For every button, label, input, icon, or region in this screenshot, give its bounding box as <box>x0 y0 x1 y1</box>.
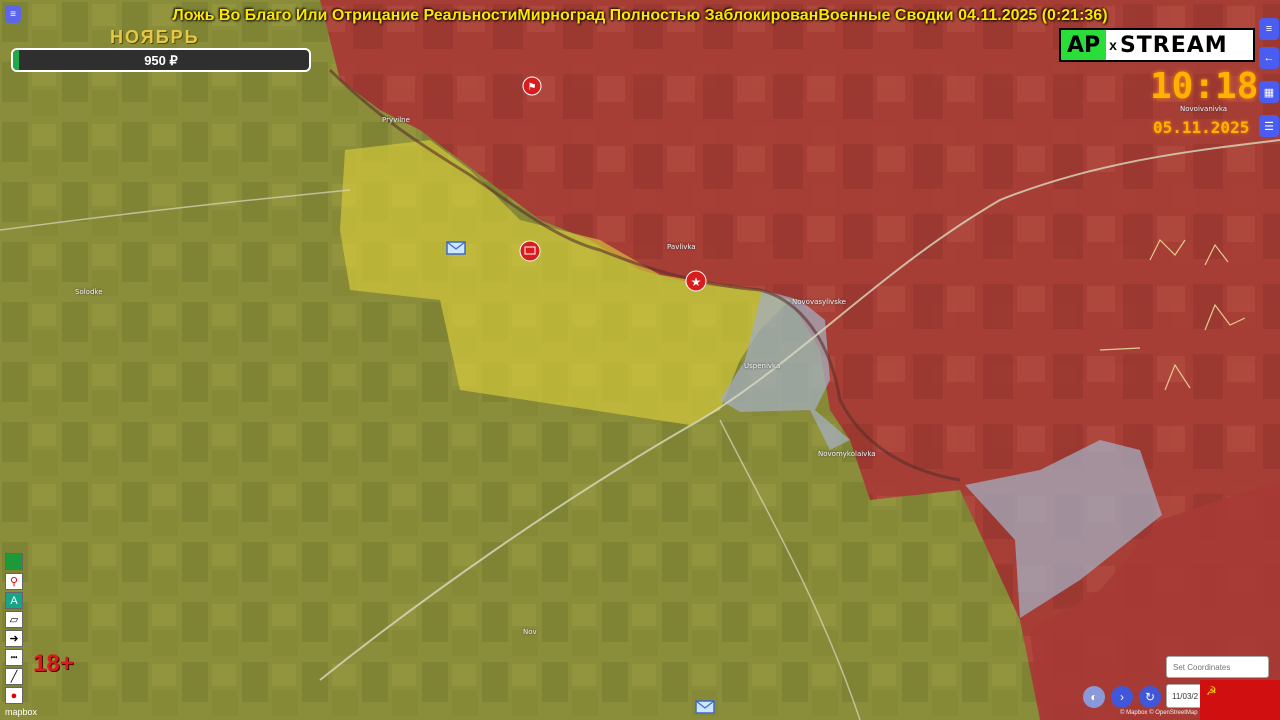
list-icon[interactable]: ☰ <box>1259 115 1279 137</box>
back-arrow-icon[interactable]: ← <box>1259 47 1279 69</box>
month-label: НОЯБРЬ <box>110 27 200 47</box>
place-label-solodke: Solodke <box>75 288 103 296</box>
place-label-pryvilne: Pryvilne <box>382 116 410 124</box>
refresh-icon[interactable]: ↻ <box>1139 686 1161 708</box>
marker-tool[interactable]: ● <box>5 687 23 704</box>
star-marker[interactable]: ★ <box>685 270 707 292</box>
brand-separator: x <box>1109 37 1117 53</box>
building-marker[interactable] <box>519 240 541 262</box>
line-tool[interactable]: ╱ <box>5 668 23 685</box>
menu-icon[interactable]: ≡ <box>5 5 21 23</box>
place-label-novovasylivske: Novovasylivske <box>792 298 846 306</box>
mapbox-logo: mapbox <box>5 707 38 717</box>
brand-logo: AP x STREAM <box>1059 28 1255 62</box>
compass-icon[interactable]: ◐ <box>1083 686 1105 708</box>
soviet-flag: ☭ <box>1200 680 1280 720</box>
svg-text:⚑: ⚑ <box>528 82 537 93</box>
set-coordinates-input[interactable] <box>1166 656 1269 678</box>
green-square-tool[interactable] <box>5 553 23 570</box>
hammer-sickle-icon: ☭ <box>1206 684 1217 698</box>
arrow-tool[interactable]: ➜ <box>5 630 23 647</box>
svg-text:★: ★ <box>691 275 702 289</box>
place-label-pavlivka: Pavlivka <box>667 243 696 251</box>
table-icon[interactable]: ▦ <box>1259 81 1279 103</box>
polygon-tool[interactable]: ▱ <box>5 611 23 628</box>
next-arrow-icon[interactable]: › <box>1111 686 1133 708</box>
map-attribution: © Mapbox © OpenStreetMap <box>1120 710 1198 716</box>
donation-amount: 950 ₽ <box>144 53 178 68</box>
dashed-line-tool[interactable]: ┅ <box>5 649 23 666</box>
mail-marker[interactable] <box>446 241 466 255</box>
place-label-novomykolaivka: Novomykolaivka <box>818 450 876 458</box>
place-label-nov: Nov <box>523 628 537 636</box>
brand-ap: AP <box>1061 30 1107 60</box>
flag-marker[interactable]: ⚑ <box>522 76 542 96</box>
pin-tool[interactable]: ⚲ <box>5 573 23 590</box>
clock-date: 05.11.2025 <box>1153 118 1250 137</box>
mail-marker-bottom[interactable] <box>695 700 715 714</box>
brand-stream: STREAM <box>1119 32 1228 58</box>
clock-time: 10:18 <box>1150 66 1259 107</box>
age-rating: 18+ <box>33 650 74 677</box>
donation-progress-bar: 950 ₽ <box>11 48 311 72</box>
map-canvas[interactable]: ⚑ ★ <box>0 0 1280 720</box>
place-label-uspenivka: Uspenivka <box>744 362 781 370</box>
text-tool[interactable]: A <box>5 592 23 609</box>
stream-title: Ложь Во Благо Или Отрицание РеальностиМи… <box>172 7 1108 24</box>
settings-icon[interactable]: ≡ <box>1259 18 1279 40</box>
